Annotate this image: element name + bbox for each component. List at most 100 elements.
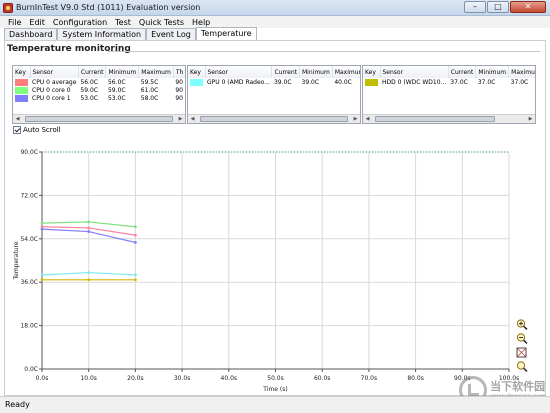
scrollbar-thumb[interactable] <box>200 116 348 122</box>
color-key-swatch <box>15 86 28 94</box>
x-tick-label: 10.0s <box>80 375 97 382</box>
column-header[interactable]: Maximum <box>508 66 535 78</box>
column-header[interactable]: Maximum <box>332 66 360 78</box>
auto-scroll-toggle[interactable]: Auto Scroll <box>13 126 61 134</box>
table-row[interactable]: HDD 0 (WDC WD10... 37.0C 37.0C 37.0C 90 <box>363 78 535 86</box>
series-point <box>134 233 137 237</box>
threshold-value: 90 <box>175 78 183 86</box>
maximum-value: 58.0C <box>140 94 159 102</box>
zoom-reset-icon[interactable] <box>516 361 528 372</box>
series-point <box>40 273 44 277</box>
color-key-swatch <box>190 78 203 86</box>
sensor-name: CPU 0 core 0 <box>32 86 71 94</box>
app-icon <box>3 2 13 13</box>
tab-event-log[interactable]: Event Log <box>146 28 196 40</box>
column-header[interactable]: Key <box>363 66 381 78</box>
auto-scroll-label: Auto Scroll <box>23 126 61 134</box>
y-tick-label: 18.0C <box>20 323 38 330</box>
x-tick-label: 50.0s <box>267 375 284 382</box>
column-header[interactable]: Current <box>78 66 107 78</box>
column-header[interactable]: Sensor <box>30 66 79 78</box>
temperature-chart[interactable]: 0.0s 10.0s 20.0s 30.0s 40.0s 50.0s 60.0s 70.0s 8… <box>4 136 524 396</box>
column-header[interactable]: Current <box>448 66 477 78</box>
threshold-value: 90 <box>175 94 183 102</box>
sensor-panel-gpu[interactable]: Key Sensor Current Minimum Maximum Th GP… <box>187 65 361 124</box>
menu-file[interactable]: File <box>4 18 25 27</box>
horizontal-scrollbar[interactable]: ◀ ▶ <box>363 114 535 123</box>
column-header[interactable]: Sensor <box>380 66 449 78</box>
table-row[interactable]: GPU 0 (AMD Radeo... 39.0C 39.0C 40.0C 90 <box>188 78 360 86</box>
zoom-in-icon[interactable] <box>516 319 528 330</box>
threshold-value: 90 <box>175 86 183 94</box>
menu-quick-tests[interactable]: Quick Tests <box>135 18 188 27</box>
maximum-value: 37.0C <box>510 78 529 86</box>
series-point <box>87 230 91 233</box>
column-header[interactable]: Minimum <box>299 66 333 78</box>
series-point <box>40 227 44 231</box>
series-point <box>40 278 44 282</box>
menu-test[interactable]: Test <box>111 18 135 27</box>
minimum-value: 37.0C <box>477 78 496 86</box>
series-point <box>87 278 91 282</box>
auto-scroll-checkbox[interactable] <box>13 126 21 134</box>
zoom-fit-icon[interactable] <box>516 347 528 358</box>
scroll-left-icon[interactable]: ◀ <box>13 115 22 123</box>
table-row[interactable]: CPU 0 core 0 59.0C 59.0C 61.0C 90 <box>13 86 185 94</box>
x-tick-label: 40.0s <box>221 375 238 382</box>
current-value: 39.0C <box>273 78 292 86</box>
section-divider <box>108 51 540 52</box>
menu-help[interactable]: Help <box>188 18 214 27</box>
horizontal-scrollbar[interactable]: ◀ ▶ <box>188 114 360 123</box>
series-point <box>40 221 44 225</box>
table-row[interactable]: CPU 0 core 1 53.0C 53.0C 58.0C 90 <box>13 94 185 102</box>
menu-configuration[interactable]: Configuration <box>49 18 111 27</box>
series-point <box>134 278 137 282</box>
maximum-value: 59.5C <box>140 78 159 86</box>
current-value: 59.0C <box>80 86 98 94</box>
column-header[interactable]: Minimum <box>475 66 510 78</box>
tab-strip: Dashboard System Information Event Log T… <box>4 27 257 40</box>
column-header[interactable]: Maximum <box>138 66 174 78</box>
y-axis-label: Temperature <box>13 241 20 280</box>
sensor-name: HDD 0 (WDC WD10... <box>382 78 447 86</box>
maximum-value: 61.0C <box>140 86 159 94</box>
y-tick-label: 72.0C <box>20 192 38 199</box>
sensor-table: Key Sensor Current Minimum Maximum Th GP… <box>188 66 360 86</box>
column-header[interactable]: Sensor <box>205 66 273 78</box>
column-header[interactable]: Current <box>271 66 300 78</box>
series-point <box>134 241 137 244</box>
menu-edit[interactable]: Edit <box>25 18 49 27</box>
scroll-right-icon[interactable]: ▶ <box>526 115 535 123</box>
close-button[interactable]: ✕ <box>510 1 546 13</box>
maximize-button[interactable]: □ <box>487 1 509 13</box>
column-header[interactable]: Th <box>173 66 185 78</box>
window-controls: – □ ✕ <box>464 1 546 13</box>
sensor-panel-hdd[interactable]: Key Sensor Current Minimum Maximum Th HD… <box>362 65 536 124</box>
series-point <box>134 225 137 229</box>
tab-dashboard[interactable]: Dashboard <box>4 28 58 40</box>
column-header[interactable]: Key <box>188 66 206 78</box>
sensor-panel-cpu[interactable]: Key Sensor Current Minimum Maximum Th CP… <box>12 65 186 124</box>
color-key-swatch <box>365 78 378 86</box>
horizontal-scrollbar[interactable]: ◀ ▶ <box>13 114 185 123</box>
column-header[interactable]: Minimum <box>105 66 140 78</box>
scrollbar-thumb[interactable] <box>25 116 173 122</box>
minimize-button[interactable]: – <box>464 1 486 13</box>
y-tick-label: 90.0C <box>20 149 38 156</box>
y-tick-label: 36.0C <box>20 279 38 286</box>
x-tick-label: 60.0s <box>314 375 331 382</box>
tab-system-information[interactable]: System Information <box>57 28 147 40</box>
scroll-right-icon[interactable]: ▶ <box>351 115 360 123</box>
zoom-out-icon[interactable] <box>516 333 528 344</box>
minimum-value: 59.0C <box>107 86 126 94</box>
column-header[interactable]: Key <box>13 66 31 78</box>
scroll-left-icon[interactable]: ◀ <box>188 115 197 123</box>
scrollbar-thumb[interactable] <box>375 116 495 122</box>
minimum-value: 56.0C <box>107 78 126 86</box>
scroll-right-icon[interactable]: ▶ <box>176 115 185 123</box>
x-tick-label: 0.0s <box>36 375 49 382</box>
table-row[interactable]: CPU 0 average 56.0C 56.0C 59.5C 90 <box>13 78 185 86</box>
scroll-left-icon[interactable]: ◀ <box>363 115 372 123</box>
current-value: 53.0C <box>80 94 98 102</box>
tab-temperature[interactable]: Temperature <box>195 27 257 40</box>
